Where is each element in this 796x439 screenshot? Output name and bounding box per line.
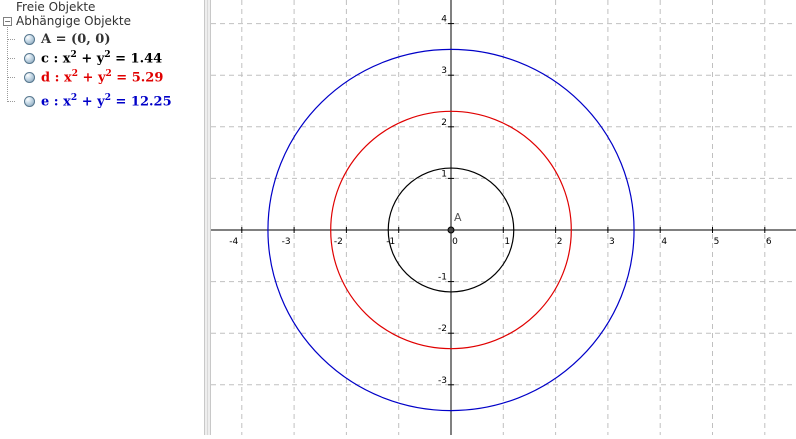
coordinate-plane[interactable]: -4 -3 -2 -1 0 1 2 3 4 5 64321-1-2-3A (211, 0, 796, 435)
graphics-view[interactable]: -4 -3 -2 -1 0 1 2 3 4 5 6 4 3 2 1 -1 -2 -3 A (211, 0, 796, 435)
y-tick-label: 3 (441, 66, 447, 76)
object-row-a[interactable]: A = (0, 0) (24, 30, 111, 48)
point-a-label: A (454, 211, 462, 224)
x-tick-label: 2 (557, 237, 563, 247)
free-objects-header[interactable]: Freie Objekte (16, 0, 95, 14)
x-tick-label: -4 (229, 237, 238, 247)
view-splitter[interactable] (204, 0, 211, 435)
object-row-d[interactable]: d : x2 + y2 = 5.29 (24, 68, 163, 86)
x-tick-label: -3 (282, 237, 291, 247)
y-tick-label: -1 (438, 273, 447, 283)
visibility-toggle-icon[interactable] (24, 95, 35, 107)
y-tick-label: 1 (441, 169, 447, 179)
dependent-objects-header[interactable]: Abhängige Objekte (16, 14, 131, 28)
object-row-c[interactable]: c : x2 + y2 = 1.44 (24, 49, 162, 67)
algebra-view: Freie Objekte − Abhängige Objekte A = (0… (0, 0, 204, 435)
object-definition: c : x2 + y2 = 1.44 (41, 49, 163, 67)
x-tick-label: 0 (452, 237, 458, 247)
tree-connector (8, 101, 15, 102)
y-tick-label: -2 (438, 324, 447, 334)
object-definition: A = (0, 0) (41, 31, 111, 47)
collapse-icon[interactable]: − (3, 17, 12, 26)
x-tick-label: 1 (504, 237, 510, 247)
x-tick-label: 4 (661, 237, 667, 247)
object-definition: d : x2 + y2 = 5.29 (41, 68, 164, 86)
object-row-e[interactable]: e : x2 + y2 = 12.25 (24, 92, 172, 110)
tree-connector (8, 39, 15, 40)
y-tick-label: 2 (441, 118, 447, 128)
x-tick-label: 6 (766, 237, 772, 247)
y-tick-label: -3 (438, 376, 447, 386)
object-definition: e : x2 + y2 = 12.25 (41, 92, 172, 110)
x-tick-label: 5 (714, 237, 720, 247)
x-tick-label: 3 (609, 237, 615, 247)
visibility-toggle-icon[interactable] (24, 52, 35, 64)
tree-connector (8, 77, 15, 78)
visibility-toggle-icon[interactable] (24, 71, 35, 83)
point-a[interactable] (447, 226, 455, 234)
tree-connector (8, 58, 15, 59)
y-tick-label: 4 (441, 15, 447, 25)
visibility-toggle-icon[interactable] (24, 33, 35, 45)
x-tick-label: -2 (334, 237, 343, 247)
splitter-grip (207, 0, 208, 435)
